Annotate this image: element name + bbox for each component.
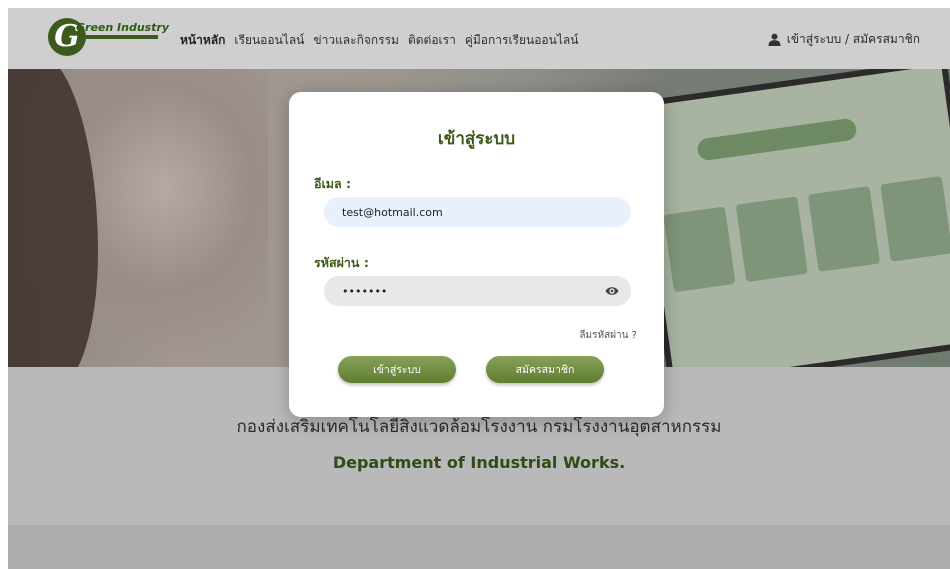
nav-news[interactable]: ข่าวและกิจกรรม <box>313 31 399 50</box>
footer <box>8 525 950 569</box>
login-register-link[interactable]: เข้าสู่ระบบ / สมัครสมาชิก <box>768 30 920 49</box>
department-name-thai: กองส่งเสริมเทคโนโลยีสิ่งแวดล้อมโรงงาน กร… <box>236 417 722 437</box>
laptop-card <box>880 175 950 262</box>
header: G Green Industry หน้าหลัก เรียนออนไลน์ ข… <box>8 8 950 69</box>
nav-manual[interactable]: คู่มือการเรียนออนไลน์ <box>465 31 579 50</box>
login-modal: เข้าสู่ระบบ อีเมล : รหัสผ่าน : ลืมรหัสผ่… <box>289 92 664 417</box>
page: G Green Industry หน้าหลัก เรียนออนไลน์ ข… <box>8 8 950 569</box>
modal-title: เข้าสู่ระบบ <box>437 129 516 149</box>
department-name-english: Department of Industrial Works. <box>332 453 626 472</box>
email-field[interactable] <box>324 197 631 227</box>
logo-text: Green Industry <box>76 21 170 34</box>
logo[interactable]: G Green Industry <box>48 18 170 56</box>
forgot-password-link[interactable]: ลืมรหัสผ่าน ? <box>579 328 637 343</box>
laptop-card <box>663 206 736 293</box>
laptop-card <box>735 196 808 283</box>
laptop-ribbon <box>696 117 858 162</box>
eye-icon[interactable] <box>605 285 619 297</box>
login-button[interactable]: เข้าสู่ระบบ <box>338 356 456 383</box>
nav-home[interactable]: หน้าหลัก <box>180 31 225 50</box>
password-label: รหัสผ่าน : <box>314 255 369 270</box>
password-field[interactable] <box>324 276 631 306</box>
user-icon <box>768 33 781 46</box>
nav-contact[interactable]: ติดต่อเรา <box>408 31 456 50</box>
main-nav: หน้าหลัก เรียนออนไลน์ ข่าวและกิจกรรม ติด… <box>180 31 578 50</box>
email-label: อีเมล : <box>314 176 352 191</box>
hero-laptop-image <box>629 69 950 367</box>
logo-subbar <box>86 35 158 39</box>
laptop-card <box>807 186 881 272</box>
nav-online-learning[interactable]: เรียนออนไลน์ <box>234 31 304 50</box>
auth-label: เข้าสู่ระบบ / สมัครสมาชิก <box>786 32 920 46</box>
register-button[interactable]: สมัครสมาชิก <box>486 356 604 383</box>
